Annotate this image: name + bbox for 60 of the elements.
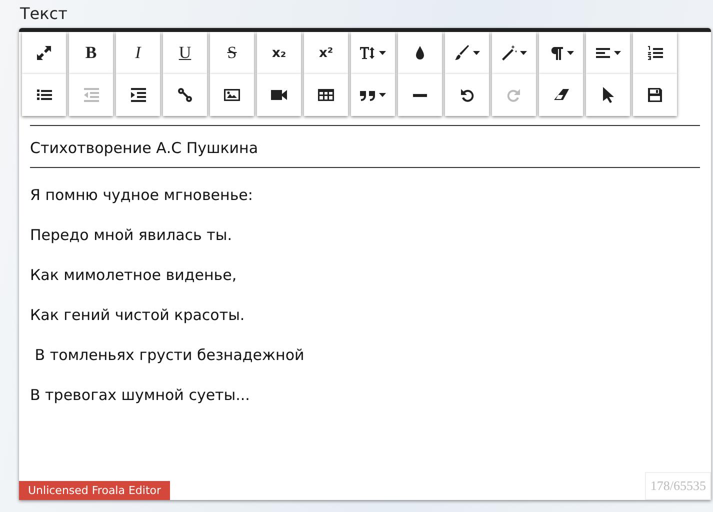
pointer-button[interactable] <box>586 74 630 116</box>
poem-line: Я помню чудное мгновенье: <box>30 186 253 204</box>
caret-icon <box>614 51 621 55</box>
caret-icon <box>379 93 386 97</box>
paragraph-button[interactable] <box>539 32 583 74</box>
strike-button[interactable]: S <box>210 32 254 74</box>
indent-button[interactable] <box>116 74 160 116</box>
expand-icon <box>36 45 52 61</box>
video-icon <box>271 87 287 103</box>
poem-line: Передо мной явилась ты. <box>30 226 232 244</box>
italic-button[interactable]: I <box>116 32 160 74</box>
pointer-icon <box>600 87 616 103</box>
numbered-list-icon <box>647 45 663 61</box>
undo-icon <box>459 87 475 103</box>
poem-line: В тревогах шумной суеты... <box>30 386 250 404</box>
save-icon <box>647 87 663 103</box>
field-label: Текст <box>20 3 68 25</box>
save-button[interactable] <box>633 74 677 116</box>
eraser-icon <box>553 87 569 103</box>
image-button[interactable] <box>210 74 254 116</box>
wand-icon <box>501 45 517 61</box>
subscript-button[interactable]: x₂ <box>257 32 301 74</box>
character-counter: 178/65535 <box>645 472 711 500</box>
image-icon <box>224 87 240 103</box>
outdent-icon <box>83 87 99 103</box>
expand-button[interactable] <box>22 32 66 74</box>
poem-line: Как гений чистой красоты. <box>30 306 245 324</box>
numbered-list-button[interactable] <box>633 32 677 74</box>
eraser-button[interactable] <box>539 74 583 116</box>
redo-icon <box>506 87 522 103</box>
rule-button[interactable] <box>398 74 442 116</box>
quote-button[interactable] <box>351 74 395 116</box>
link-icon <box>177 87 193 103</box>
bold-button[interactable]: B <box>69 32 113 74</box>
caret-icon <box>379 51 386 55</box>
table-button[interactable] <box>304 74 348 116</box>
font-size-button[interactable] <box>351 32 395 74</box>
align-button[interactable] <box>586 32 630 74</box>
underline-button[interactable]: U <box>163 32 207 74</box>
indent-icon <box>130 87 146 103</box>
superscript-button[interactable]: x² <box>304 32 348 74</box>
align-icon <box>595 45 611 61</box>
undo-button[interactable] <box>445 74 489 116</box>
brush-button[interactable] <box>445 32 489 74</box>
poem-line: Как мимолетное виденье, <box>30 266 237 284</box>
bullet-list-icon <box>36 87 52 103</box>
font-size-icon <box>360 45 376 61</box>
brush-icon <box>454 45 470 61</box>
license-badge: Unlicensed Froala Editor <box>19 481 170 500</box>
poem-title: Стихотворение А.С Пушкина <box>30 139 258 157</box>
caret-icon <box>567 51 574 55</box>
drop-button[interactable] <box>398 32 442 74</box>
caret-icon <box>520 51 527 55</box>
poem-line: В томленьях грусти безнадежной <box>34 346 304 364</box>
video-button[interactable] <box>257 74 301 116</box>
table-icon <box>318 87 334 103</box>
bullet-list-button[interactable] <box>22 74 66 116</box>
link-button[interactable] <box>163 74 207 116</box>
caret-icon <box>473 51 480 55</box>
wand-button[interactable] <box>492 32 536 74</box>
